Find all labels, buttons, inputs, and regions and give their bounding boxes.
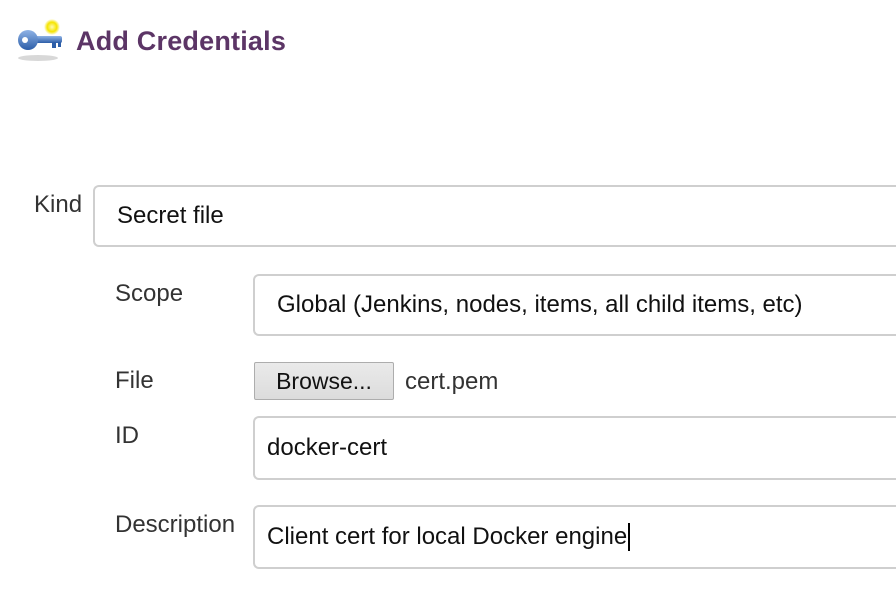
kind-select-value: Secret file	[117, 202, 224, 229]
page-header: Add Credentials	[16, 18, 286, 64]
browse-button[interactable]: Browse...	[254, 362, 394, 400]
file-label: File	[115, 367, 154, 394]
kind-label: Kind	[34, 191, 83, 218]
selected-filename: cert.pem	[405, 368, 499, 395]
id-input[interactable]: docker-cert	[253, 416, 896, 480]
scope-select[interactable]: Global (Jenkins, nodes, items, all child…	[253, 274, 896, 336]
description-input-value: Client cert for local Docker engine	[267, 523, 628, 550]
credentials-key-icon	[16, 18, 66, 64]
scope-select-value: Global (Jenkins, nodes, items, all child…	[277, 291, 803, 318]
kind-select[interactable]: Secret file	[93, 185, 896, 247]
page-title: Add Credentials	[76, 25, 287, 56]
id-input-value: docker-cert	[267, 434, 388, 461]
description-input[interactable]: Client cert for local Docker engine	[253, 505, 896, 569]
id-label: ID	[115, 422, 139, 449]
scope-label: Scope	[115, 280, 184, 307]
description-label: Description	[115, 511, 236, 538]
add-credentials-page: Add Credentials Kind Secret file Scope G…	[0, 0, 896, 604]
text-cursor	[628, 523, 631, 551]
